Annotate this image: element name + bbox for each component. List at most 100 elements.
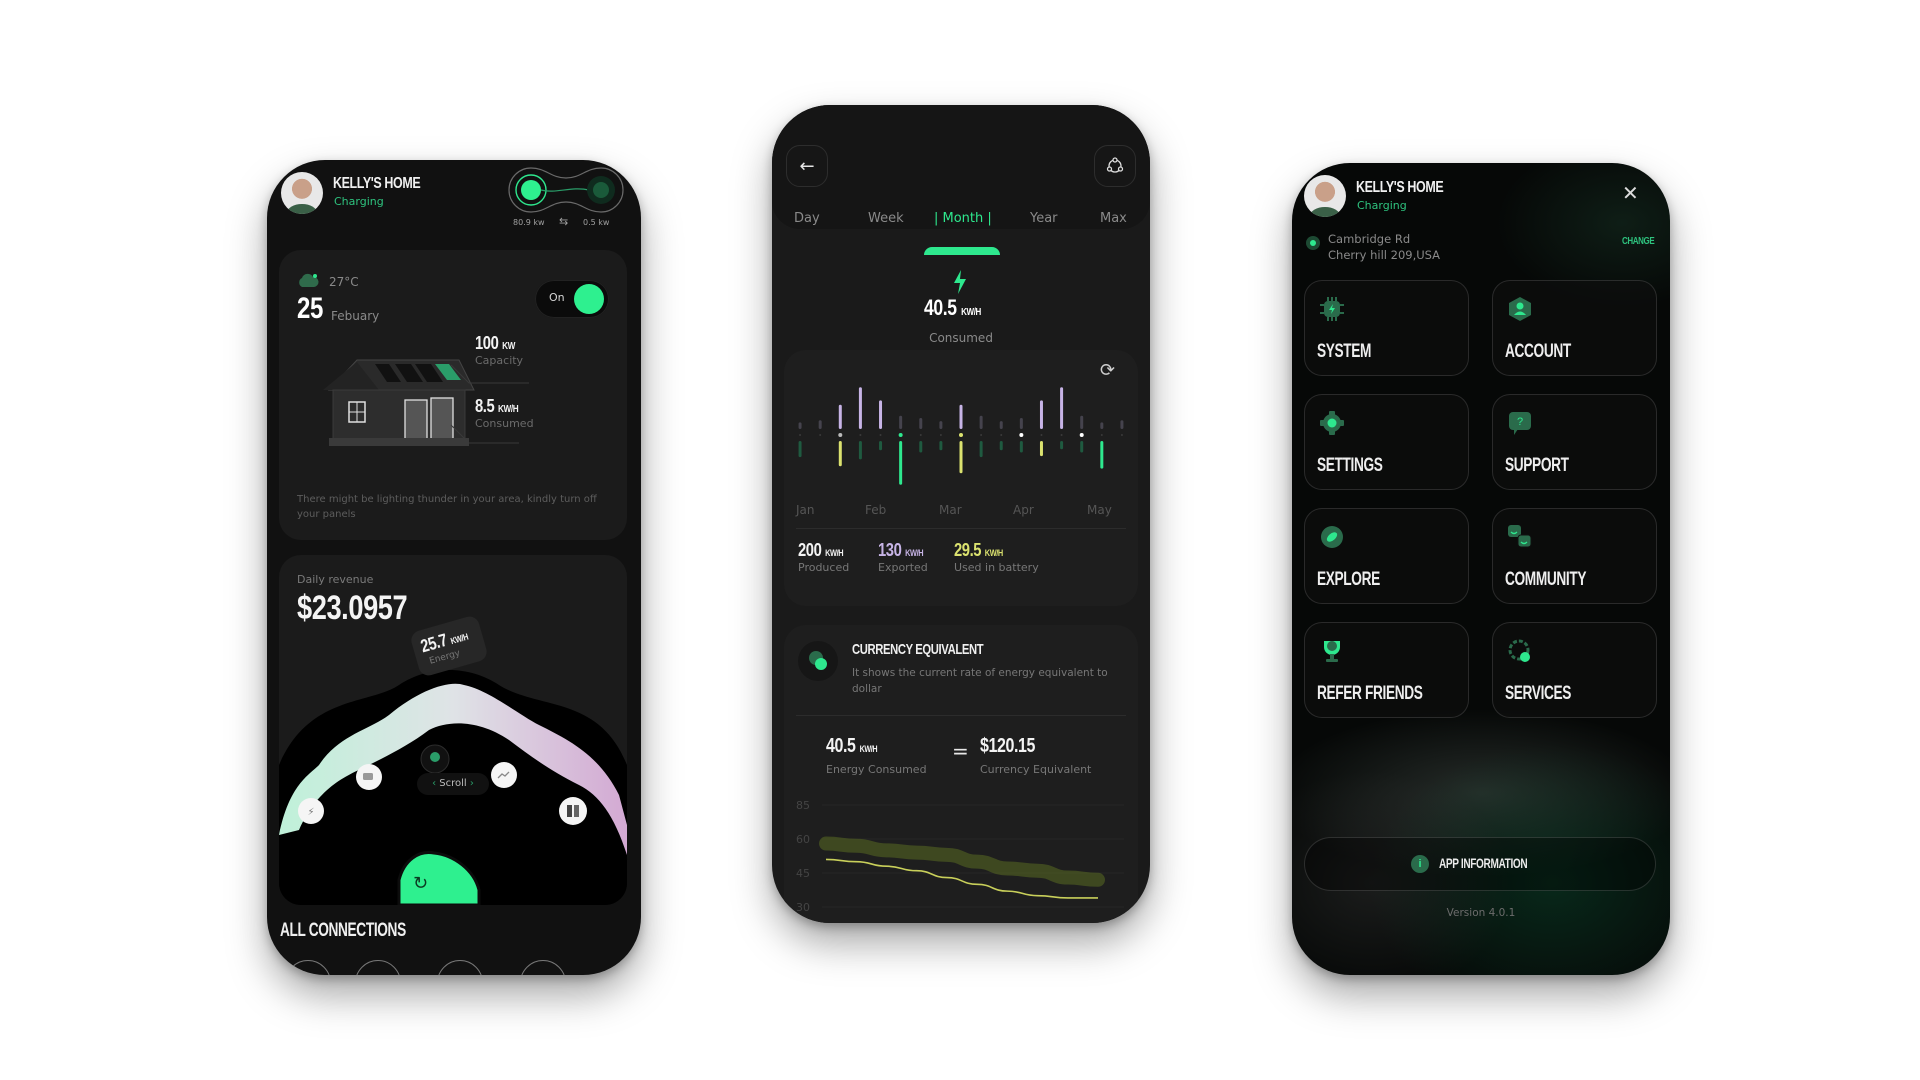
temperature: 27°C bbox=[329, 275, 359, 289]
bar-marker-dot bbox=[919, 434, 922, 436]
tab-year[interactable]: Year bbox=[1030, 211, 1058, 226]
bar-up bbox=[1019, 418, 1023, 429]
monthly-bar-chart bbox=[798, 387, 1124, 485]
produced-label: Produced bbox=[798, 561, 850, 574]
capacity-label: Capacity bbox=[475, 354, 524, 367]
y-tick-label: 45 bbox=[796, 867, 810, 880]
equals-sign: = bbox=[952, 739, 969, 763]
capacity-value: 100 bbox=[475, 333, 499, 353]
month-label: Feb bbox=[865, 503, 887, 517]
bar-up bbox=[1100, 422, 1104, 429]
flow-left-value: 80.9 kw bbox=[513, 218, 545, 227]
exported-label: Exported bbox=[878, 561, 928, 574]
bar-up bbox=[818, 420, 822, 429]
tile-label: EXPLORE bbox=[1317, 569, 1380, 590]
period-tabs: Day Week | Month | Year Max bbox=[772, 205, 1150, 235]
bar-down bbox=[858, 441, 862, 460]
connection-item[interactable] bbox=[520, 960, 566, 975]
divider bbox=[796, 528, 1126, 529]
tile-community[interactable]: COMMUNITY bbox=[1492, 508, 1657, 604]
share-button-surface[interactable] bbox=[1094, 145, 1136, 187]
back-button-surface[interactable]: ← bbox=[786, 145, 828, 187]
exported-unit: KW/H bbox=[905, 548, 924, 558]
tile-explore[interactable]: EXPLORE bbox=[1304, 508, 1469, 604]
bar-marker-dot bbox=[859, 434, 862, 436]
tab-month[interactable]: | Month | bbox=[934, 211, 992, 226]
legend-battery: 29.5 KW/H Used in battery bbox=[954, 540, 1039, 574]
bar-up bbox=[1039, 400, 1043, 429]
bar-up bbox=[1060, 387, 1064, 429]
bar-down bbox=[939, 441, 943, 451]
bar-marker-dot bbox=[1019, 433, 1024, 437]
currency-title: CURRENCY EQUIVALENT bbox=[852, 641, 984, 658]
tile-support[interactable]: ? SUPPORT bbox=[1492, 394, 1657, 490]
lightning-icon bbox=[954, 270, 966, 294]
question-chat-icon: ? bbox=[1509, 412, 1531, 435]
tab-max[interactable]: Max bbox=[1100, 211, 1127, 226]
chevron-right-icon: › bbox=[469, 778, 474, 789]
connection-item[interactable] bbox=[285, 960, 331, 975]
bar-down bbox=[979, 441, 983, 458]
tile-label: SUPPORT bbox=[1505, 455, 1569, 476]
change-address-button[interactable]: CHANGE bbox=[1622, 236, 1655, 247]
home-title: KELLY'S HOME bbox=[1356, 179, 1444, 196]
tab-day[interactable]: Day bbox=[794, 211, 820, 226]
source-node-icon bbox=[521, 180, 541, 200]
bar-up bbox=[959, 404, 963, 429]
legend-exported: 130 KW/H Exported bbox=[878, 540, 933, 574]
tile-account[interactable]: ACCOUNT bbox=[1492, 280, 1657, 376]
close-icon[interactable]: ✕ bbox=[1622, 181, 1639, 205]
tile-settings[interactable]: SETTINGS bbox=[1304, 394, 1469, 490]
bar-down bbox=[838, 441, 842, 467]
scroll-pill[interactable]: ‹ Scroll › bbox=[417, 773, 489, 795]
sync-icon[interactable]: ⟳ bbox=[1100, 360, 1115, 381]
exported-value: 130 bbox=[878, 540, 902, 560]
battery-unit: KW/H bbox=[984, 548, 1003, 558]
bar-down bbox=[1019, 441, 1023, 453]
bar-up bbox=[999, 421, 1003, 429]
services-gear-icon bbox=[1508, 639, 1530, 662]
chip-icon bbox=[1320, 297, 1344, 321]
tile-system[interactable]: SYSTEM bbox=[1304, 280, 1469, 376]
month-name: Febuary bbox=[331, 309, 380, 323]
bar-up bbox=[858, 387, 862, 429]
consumed-label: Consumed bbox=[475, 417, 534, 430]
toggle-knob bbox=[574, 284, 604, 314]
user-hexagon-icon bbox=[1509, 297, 1531, 321]
connection-item[interactable] bbox=[437, 960, 483, 975]
connection-item[interactable] bbox=[355, 960, 401, 975]
revenue-amount: $23.0957 bbox=[297, 589, 408, 627]
consumed-unit: KW/H bbox=[497, 404, 519, 415]
app-information-button[interactable]: i APP INFORMATION bbox=[1304, 837, 1656, 891]
svg-text:⚡: ⚡ bbox=[307, 807, 314, 818]
bar-down bbox=[959, 441, 963, 474]
charging-status: Charging bbox=[334, 195, 384, 208]
avatar[interactable] bbox=[281, 172, 323, 214]
scroll-label: Scroll bbox=[439, 778, 467, 789]
energy-consumed-label: Energy Consumed bbox=[826, 763, 927, 776]
revenue-label: Daily revenue bbox=[297, 573, 374, 586]
bar-marker-dot bbox=[838, 433, 843, 437]
bar-marker-dot bbox=[959, 433, 963, 437]
month-label: Jan bbox=[796, 503, 815, 517]
weather-alert: There might be lighting thunder in your … bbox=[297, 494, 597, 520]
bar-marker-dot bbox=[1079, 433, 1084, 437]
connections-title: ALL CONNECTIONS bbox=[280, 920, 406, 941]
refresh-icon[interactable]: ↻ bbox=[413, 873, 428, 894]
bar-marker-dot bbox=[799, 434, 802, 436]
bar-down bbox=[1039, 441, 1043, 457]
tile-refer-friends[interactable]: REFER FRIENDS bbox=[1304, 622, 1469, 718]
energy-flow-widget[interactable]: 80.9 kw ⇆ 0.5 kw bbox=[501, 160, 631, 240]
panel-toggle[interactable]: On bbox=[535, 280, 609, 318]
charging-status: Charging bbox=[1357, 199, 1407, 212]
produced-value: 200 bbox=[798, 540, 822, 560]
bar-marker-dot bbox=[1120, 434, 1123, 436]
bar-down bbox=[879, 441, 883, 451]
bar-up bbox=[879, 400, 883, 429]
tile-services[interactable]: SERVICES bbox=[1492, 622, 1657, 718]
avatar[interactable] bbox=[1304, 175, 1346, 217]
capacity-stat: 100 KW Capacity bbox=[475, 333, 524, 367]
gear-icon bbox=[1320, 411, 1344, 435]
month-label: Apr bbox=[1013, 503, 1034, 517]
tab-week[interactable]: Week bbox=[868, 211, 904, 226]
